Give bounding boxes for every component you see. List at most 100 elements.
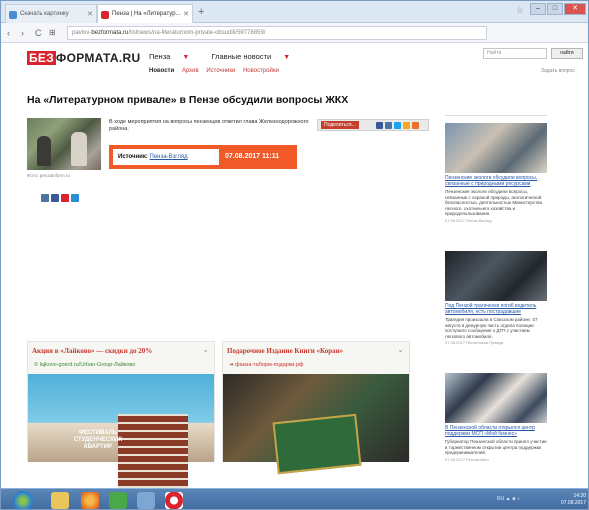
subnav-archive[interactable]: Архив — [182, 68, 199, 74]
facebook-icon[interactable] — [376, 122, 383, 129]
mail-icon[interactable] — [61, 194, 69, 202]
ad-block-2[interactable]: Подарочное Издание Книги «Коран» ⌄ ➜ фаи… — [222, 341, 410, 475]
header-nav: Пенза ▼ Главные новости ▼ — [149, 52, 310, 61]
share-bar: Поделиться... — [317, 119, 429, 131]
dropdown-arrow-icon: ▼ — [182, 54, 190, 61]
close-tab-icon[interactable]: ✕ — [87, 5, 93, 23]
sidebar-news-meta: 07.08.2017 Пенза-Взгляд — [445, 217, 492, 223]
nav-item-city[interactable]: Пенза ▼ — [149, 52, 199, 61]
social-icons — [41, 194, 79, 202]
tab-label: Пенза | На «Литератур... — [112, 11, 181, 17]
twitter-icon[interactable] — [71, 194, 79, 202]
sidebar-news-item: Пензенские экологи обсудили вопросы, свя… — [445, 123, 547, 223]
article-title: На «Литературном привале» в Пензе обсуди… — [27, 94, 349, 106]
source-link[interactable]: Пенза-Взгляд — [150, 154, 188, 160]
tab-label: Скачать картинку — [20, 11, 69, 17]
favicon-icon — [101, 11, 109, 19]
subnav-new-buildings[interactable]: Новостройки — [243, 68, 279, 74]
article-date: 07.08.2017 11:11 — [225, 153, 280, 160]
tab-bar: Скачать картинку ✕ Пенза | На «Литератур… — [1, 1, 588, 23]
bookmark-star-icon[interactable]: ☆ — [516, 5, 524, 16]
ad-image[interactable]: ФЕСТИВАЛЬ СТУДЕНЧЕСКИХ КВАРТИР — [28, 374, 214, 494]
window-controls: – □ ✕ — [530, 3, 586, 15]
subnav-sources[interactable]: Источники — [206, 68, 235, 74]
forward-icon[interactable]: › — [21, 26, 24, 40]
url-domain: bezformata.ru — [91, 30, 129, 36]
tab-inactive[interactable]: Скачать картинку ✕ — [5, 4, 97, 23]
sidebar-news-photo[interactable] — [445, 123, 547, 173]
source-box: Источник: Пенза-Взгляд 07.08.2017 11:11 — [109, 145, 297, 169]
nav-item-main-news[interactable]: Главные новости ▼ — [211, 52, 300, 61]
vk-icon[interactable] — [385, 122, 392, 129]
twitter-icon[interactable] — [394, 122, 401, 129]
chevron-down-icon[interactable]: ⌄ — [202, 345, 209, 354]
sidebar-news-text: Трагедия произошла в Спасском районе. 07… — [445, 317, 538, 339]
ad-image-text: ФЕСТИВАЛЬ СТУДЕНЧЕСКИХ КВАРТИР — [73, 430, 123, 450]
book-graphic — [272, 413, 362, 475]
ad-subline[interactable]: ➜ фаиза-таборм-подарки.рф — [229, 362, 303, 368]
ad-headline[interactable]: Подарочное Издание Книги «Коран» — [227, 347, 343, 355]
url-path: /listnews/na-literaturnom-privale-obsudi… — [128, 30, 266, 36]
odnoklassniki-icon[interactable] — [403, 122, 410, 129]
facebook-icon[interactable] — [51, 194, 59, 202]
app-icon[interactable] — [109, 492, 127, 509]
logo-red-part: БЕЗ — [27, 51, 57, 65]
source-label-box: Источник: Пенза-Взгляд — [113, 149, 219, 165]
clock-time: 14:20 — [573, 493, 586, 499]
sidebar-news-headline[interactable]: Пензенские экологи обсудили вопросы, свя… — [445, 175, 547, 187]
article-lead: В ходе мероприятия на вопросы пензенцев … — [109, 119, 309, 132]
favicon-icon — [9, 11, 17, 19]
window-icon[interactable] — [137, 492, 155, 509]
address-bar-row: ‹ › C ⊞ pavlov-bezformata.ru/listnews/na… — [1, 23, 588, 43]
tab-active[interactable]: Пенза | На «Литератур... ✕ — [97, 4, 193, 23]
sidebar-news-text: Губернатор Пензенской области принял уча… — [445, 439, 547, 455]
clock-date: 07.08.2017 — [560, 500, 586, 506]
sidebar-news-headline[interactable]: В Пензенской области открылся центр подд… — [445, 425, 547, 437]
close-tab-icon[interactable]: ✕ — [183, 5, 189, 23]
close-window-button[interactable]: ✕ — [564, 3, 586, 15]
start-button[interactable] — [13, 491, 33, 509]
sidebar-news-text: Пензенские экологи обсудили вопросы, свя… — [445, 189, 543, 216]
vk-icon[interactable] — [41, 194, 49, 202]
new-tab-icon[interactable]: + — [198, 4, 204, 20]
opera-icon[interactable] — [165, 492, 183, 509]
sidebar-news-item: Под Пензой трагически погиб водитель авт… — [445, 251, 547, 345]
sidebar-news-meta: 07.08.2017 Penzainform — [445, 456, 489, 462]
ask-question-link[interactable]: Задать вопрос — [541, 68, 575, 74]
sidebar-news-photo[interactable] — [445, 373, 547, 423]
explorer-icon[interactable] — [51, 492, 69, 509]
home-icon[interactable]: ⊞ — [49, 26, 56, 40]
back-icon[interactable]: ‹ — [7, 26, 10, 40]
reload-icon[interactable]: C — [35, 26, 42, 40]
site-search-button[interactable]: найти — [551, 48, 583, 59]
ad-subline[interactable]: © lajkovo-gosrd.ru/Urban-Group-Лайково — [34, 362, 135, 368]
maximize-button[interactable]: □ — [547, 3, 563, 15]
minimize-button[interactable]: – — [530, 3, 546, 15]
tray-icons: RU ▲ ◈ ♪ — [497, 496, 520, 502]
site-logo[interactable]: БЕЗ ФОРМАТА.RU — [27, 51, 140, 65]
article-photo[interactable] — [27, 118, 101, 170]
source-label: Источник: — [118, 154, 148, 160]
ad-image[interactable] — [223, 374, 409, 475]
site-search-input[interactable]: Найти — [483, 48, 547, 59]
logo-black-part: ФОРМАТА.RU — [56, 51, 141, 65]
url-prefix: pavlov- — [72, 30, 92, 36]
sidebar-news-meta: 07.08.2017 Пензенская Правда — [445, 340, 503, 345]
sub-nav: Новости Архив Источники Новостройки — [149, 68, 285, 74]
language-indicator[interactable]: RU — [497, 496, 504, 502]
sidebar-divider — [445, 115, 547, 118]
media-player-icon[interactable] — [81, 492, 99, 509]
url-input[interactable]: pavlov-bezformata.ru/listnews/na-literat… — [67, 26, 487, 40]
chevron-down-icon[interactable]: ⌄ — [397, 345, 404, 354]
sidebar-news-photo[interactable] — [445, 251, 547, 301]
taskbar: RU ▲ ◈ ♪ 14:20 07.08.2017 — [1, 488, 588, 509]
sidebar-news-headline[interactable]: Под Пензой трагически погиб водитель авт… — [445, 303, 547, 315]
sidebar-news-item: В Пензенской области открылся центр подд… — [445, 373, 547, 462]
ad-block-1[interactable]: Акция в «Лайково» — скидки до 20% ⌄ © la… — [27, 341, 215, 494]
subnav-news[interactable]: Новости — [149, 68, 174, 74]
ad-headline[interactable]: Акция в «Лайково» — скидки до 20% — [32, 347, 152, 355]
mail-icon[interactable] — [412, 122, 419, 129]
clock[interactable]: 14:20 07.08.2017 — [561, 493, 586, 507]
share-button[interactable]: Поделиться... — [321, 121, 359, 129]
building-graphic — [118, 414, 188, 494]
